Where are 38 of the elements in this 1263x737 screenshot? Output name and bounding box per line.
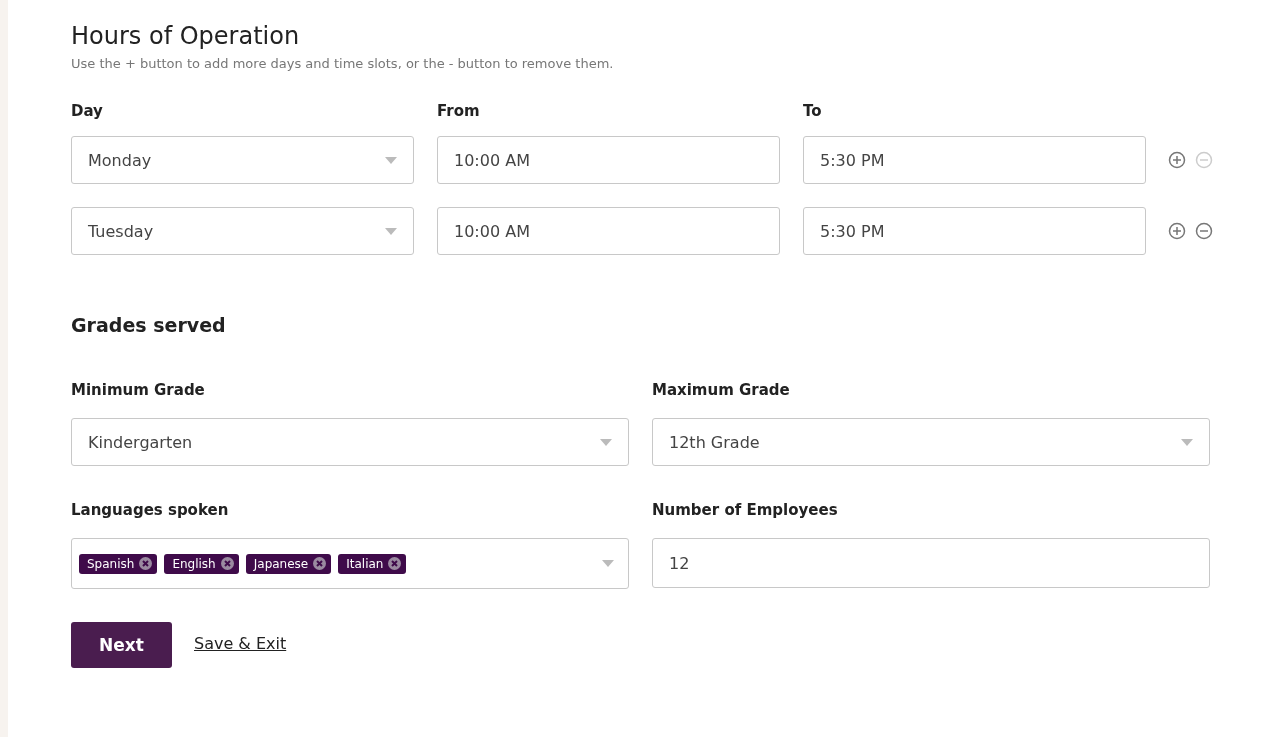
caret-icon xyxy=(1181,438,1193,446)
hint-text: Use the + button to add more days and time slots, or the - button to remove them. xyxy=(71,56,615,71)
employee-count-input[interactable]: 12 xyxy=(652,538,1210,588)
language-tag[interactable]: Italian xyxy=(338,553,407,574)
field-label: Number of Employees xyxy=(652,500,839,520)
section-title: Grades served xyxy=(71,313,227,338)
field-label: Maximum Grade xyxy=(652,380,791,400)
time-input[interactable]: 10:00 AM xyxy=(437,136,780,184)
remove-icon[interactable] xyxy=(1195,222,1213,240)
field-label: To xyxy=(803,101,823,121)
remove-tag-icon[interactable] xyxy=(388,557,402,570)
field-label: Day xyxy=(71,101,104,121)
caret-icon xyxy=(385,156,397,164)
remove-tag-icon[interactable] xyxy=(139,557,153,570)
day-select[interactable]: Tuesday xyxy=(71,207,414,255)
language-tag[interactable]: Japanese xyxy=(245,553,332,574)
field-label: Languages spoken xyxy=(71,500,230,520)
grade-select[interactable]: Kindergarten xyxy=(71,418,629,466)
language-tag[interactable]: Spanish xyxy=(79,553,158,574)
grade-select[interactable]: 12th Grade xyxy=(652,418,1210,466)
caret-icon xyxy=(600,438,612,446)
remove-tag-icon[interactable] xyxy=(313,557,327,570)
remove-tag-icon[interactable] xyxy=(220,557,234,570)
caret-icon xyxy=(602,560,614,567)
field-label: Minimum Grade xyxy=(71,380,206,400)
language-select[interactable]: Spanish English Japanese Italian xyxy=(71,538,629,589)
time-input[interactable]: 5:30 PM xyxy=(803,136,1146,184)
language-tag[interactable]: English xyxy=(164,553,239,574)
add-icon[interactable] xyxy=(1168,151,1186,169)
save-exit-link[interactable]: Save & Exit xyxy=(194,634,287,653)
day-select[interactable]: Monday xyxy=(71,136,414,184)
time-input[interactable]: 10:00 AM xyxy=(437,207,780,255)
time-input[interactable]: 5:30 PM xyxy=(803,207,1146,255)
section-title: Hours of Operation xyxy=(71,21,301,52)
add-icon[interactable] xyxy=(1168,222,1186,240)
caret-icon xyxy=(385,227,397,235)
next-button[interactable]: Next xyxy=(71,622,172,668)
field-label: From xyxy=(437,101,481,121)
